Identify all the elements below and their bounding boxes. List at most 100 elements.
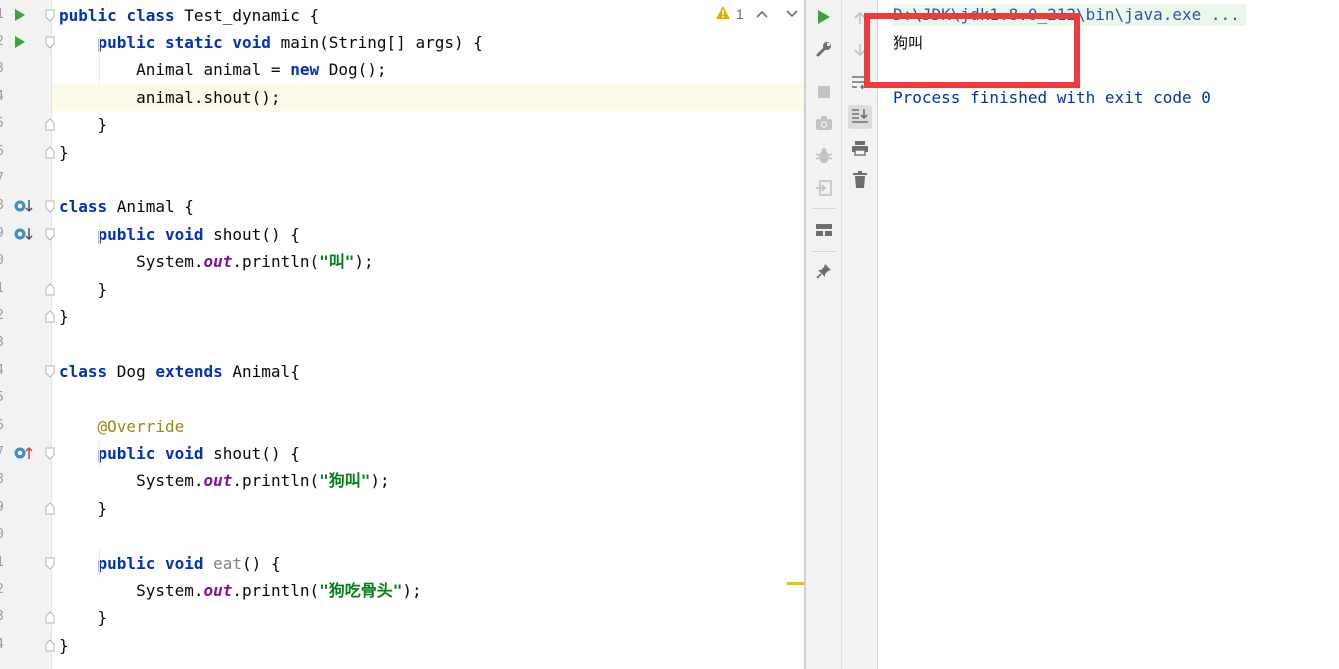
line-number: 3 <box>0 609 8 624</box>
warning-count[interactable]: 1 <box>736 6 744 22</box>
fold-marker-icon[interactable] <box>45 118 57 132</box>
overriding-method-icon[interactable] <box>14 444 36 462</box>
debug-button[interactable] <box>812 146 836 170</box>
chevron-up-icon[interactable] <box>750 10 774 18</box>
code-line[interactable]: Animal animal = new Dog(); <box>59 56 387 83</box>
code-line[interactable]: } <box>59 604 108 631</box>
code-token: Test_dynamic { <box>184 5 320 25</box>
code-line[interactable]: class Dog extends Animal{ <box>59 358 300 385</box>
fold-marker-icon[interactable] <box>45 282 57 297</box>
code-line[interactable]: } <box>59 303 69 330</box>
code-line[interactable]: public void shout() { <box>59 221 300 248</box>
scroll-to-end-button[interactable] <box>848 105 872 129</box>
run-icon[interactable] <box>14 6 36 24</box>
fold-marker-icon[interactable] <box>45 501 57 516</box>
code-line[interactable]: } <box>59 139 69 166</box>
chevron-down-icon[interactable] <box>780 10 804 18</box>
code-line[interactable]: System.out.println("狗吃骨头"); <box>59 577 422 604</box>
line-number: 7 <box>0 445 8 460</box>
code-token: } <box>59 498 108 518</box>
fold-marker-icon[interactable] <box>45 310 57 324</box>
code-line[interactable]: } <box>59 632 69 659</box>
code-token: Animal animal = <box>59 60 291 80</box>
code-token: public <box>97 224 165 244</box>
code-token: void <box>164 443 214 463</box>
fold-marker-icon[interactable] <box>45 447 57 461</box>
restore-layout-button[interactable] <box>812 178 836 202</box>
code-editor[interactable]: 1 2 3 4 5 6 7 8 9 0 1 2 3 4 5 6 7 8 9 0 1 2 3 4 public class Te… <box>0 0 805 669</box>
pin-icon <box>816 263 832 283</box>
code-line[interactable]: public void eat() { <box>59 550 281 577</box>
code-token: public <box>97 443 165 463</box>
code-token: "狗叫" <box>319 471 371 491</box>
code-token: .println( <box>232 471 320 491</box>
fold-marker-icon[interactable] <box>45 611 57 625</box>
code-line[interactable]: animal.shout(); <box>59 84 281 111</box>
inspection-widget[interactable]: 1 <box>716 6 804 22</box>
code-token: } <box>59 608 108 628</box>
code-line[interactable]: } <box>59 276 108 303</box>
code-line[interactable]: public static void main(String[] args) { <box>59 29 483 56</box>
code-token: out <box>203 471 233 491</box>
console-exit-message[interactable]: Process finished with exit code 0 <box>893 87 1211 109</box>
run-console[interactable]: D:\JDK\jdk1.8.0_212\bin\java.exe ... 狗叫 … <box>879 0 1339 669</box>
code-token: ); <box>370 471 390 491</box>
fold-marker-icon[interactable] <box>45 638 57 653</box>
code-line[interactable]: public void shout() { <box>59 440 300 467</box>
fold-marker-icon[interactable] <box>45 145 57 160</box>
pin-tab-button[interactable] <box>812 261 836 285</box>
code-token: public <box>97 553 165 573</box>
code-token: .println( <box>232 580 320 600</box>
code-line[interactable]: } <box>59 111 108 138</box>
indent-guide <box>99 549 100 578</box>
wrench-icon <box>815 40 833 62</box>
code-token: out <box>203 580 233 600</box>
line-number: 5 <box>0 116 8 131</box>
code-line[interactable]: public class Test_dynamic { <box>59 2 319 29</box>
print-button[interactable] <box>848 138 872 162</box>
fold-marker-icon[interactable] <box>45 228 57 242</box>
fold-marker-icon[interactable] <box>45 365 57 379</box>
code-line[interactable]: @Override <box>59 413 185 440</box>
fold-marker-icon[interactable] <box>45 9 57 23</box>
code-line[interactable]: System.out.println("狗叫"); <box>59 467 390 494</box>
layout-settings-button[interactable] <box>812 219 836 243</box>
code-line[interactable]: } <box>59 495 108 522</box>
code-token: shout() { <box>213 224 300 244</box>
code-token: new <box>290 60 329 80</box>
code-token: ); <box>402 580 422 600</box>
code-line[interactable]: System.out.println("叫"); <box>59 248 374 275</box>
line-number: 6 <box>0 144 8 159</box>
code-token: "叫" <box>319 252 355 272</box>
warning-scroll-marker[interactable] <box>787 582 804 585</box>
clear-all-button[interactable] <box>848 170 872 194</box>
line-number: 0 <box>0 253 8 268</box>
fold-marker-icon[interactable] <box>45 200 57 214</box>
code-token: static <box>164 32 233 52</box>
run-icon[interactable] <box>14 33 36 51</box>
line-number: 0 <box>0 527 8 542</box>
overridden-method-icon[interactable] <box>14 197 36 215</box>
code-token: Dog(); <box>328 60 387 80</box>
layout-icon <box>815 222 833 241</box>
code-token: class <box>59 361 117 381</box>
line-number: 4 <box>0 89 8 104</box>
code-line[interactable]: class Animal { <box>59 193 194 220</box>
debug-bug-icon <box>815 147 833 169</box>
fold-marker-icon[interactable] <box>45 36 57 50</box>
stop-button[interactable] <box>812 81 836 105</box>
run-toolbar-primary <box>806 0 842 669</box>
line-number: 3 <box>0 61 8 76</box>
code-token: @Override <box>97 416 185 436</box>
warning-icon[interactable] <box>716 6 730 22</box>
trash-icon <box>852 171 868 193</box>
fold-marker-icon[interactable] <box>45 557 57 571</box>
modify-run-config-button[interactable] <box>812 39 836 63</box>
thread-dump-button[interactable] <box>812 113 836 137</box>
line-number: 1 <box>0 555 8 570</box>
line-number: 4 <box>0 637 8 652</box>
overridden-method-icon[interactable] <box>14 225 36 243</box>
rerun-button[interactable] <box>812 7 836 31</box>
